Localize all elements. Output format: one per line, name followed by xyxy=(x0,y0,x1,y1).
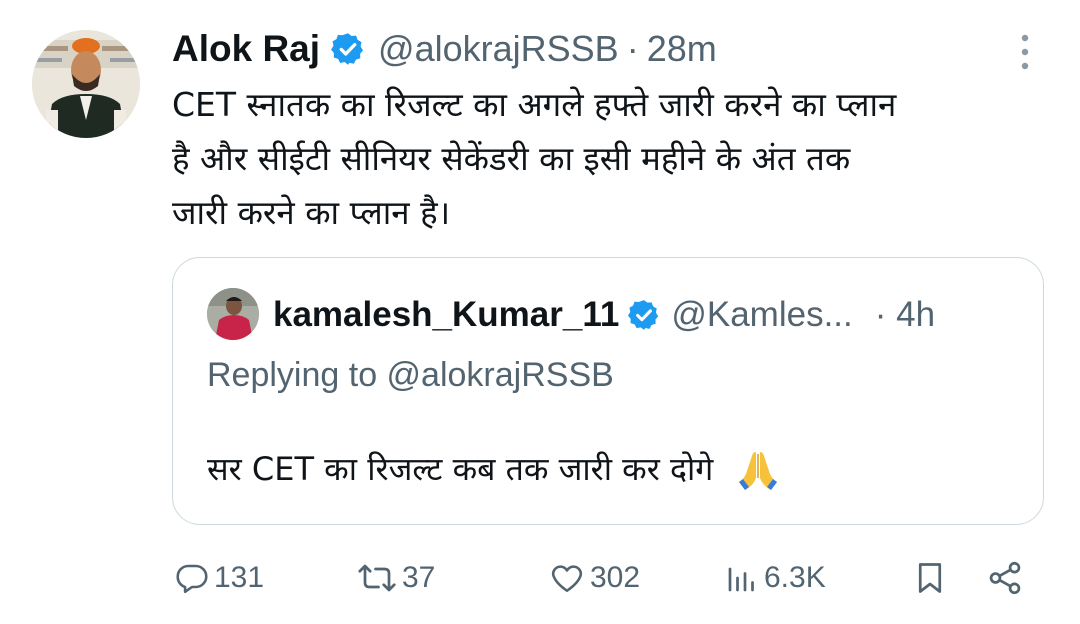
tweet-text: CET स्नातक का रिजल्ट का अगले हफ्ते जारी … xyxy=(172,78,1032,240)
reply-count: 131 xyxy=(214,561,265,594)
quote-text: सर CET का रिजल्ट कब तक जारी कर दोगे xyxy=(207,446,781,492)
views-count: 6.3K xyxy=(764,561,826,594)
folded-hands-emoji-icon xyxy=(735,446,781,492)
quote-time[interactable]: · 4h xyxy=(875,295,935,335)
tweet-text-line: है और सीईटी सीनियर सेकेंडरी का इसी महीने… xyxy=(172,139,851,178)
more-vertical-icon[interactable] xyxy=(1016,32,1034,72)
views-button[interactable]: 6.3K xyxy=(724,550,826,606)
verified-badge-icon xyxy=(330,31,366,67)
tweet-text-line: CET स्नातक का रिजल्ट का अगले हफ्ते जारी … xyxy=(172,85,897,124)
quote-author-handle[interactable]: @Kamles... xyxy=(671,295,852,335)
tweet-time[interactable]: 28m xyxy=(647,28,717,70)
tweet[interactable]: Alok Raj @alokrajRSSB · 28m CET स्नातक क… xyxy=(0,0,1080,624)
quote-author-avatar[interactable] xyxy=(207,288,259,340)
quote-text-content: सर CET का रिजल्ट कब तक जारी कर दोगे xyxy=(207,450,714,488)
reply-button[interactable]: 131 xyxy=(174,550,264,606)
replying-to-label: Replying to @alokrajRSSB xyxy=(207,356,614,394)
bookmark-button[interactable] xyxy=(912,550,948,606)
repost-icon xyxy=(356,560,398,596)
views-icon xyxy=(724,560,760,596)
tweet-actions: 131 37 302 6.3K xyxy=(0,550,1080,606)
like-icon xyxy=(548,560,586,596)
separator-dot: · xyxy=(626,28,639,69)
quote-author-name[interactable]: kamalesh_Kumar_11 xyxy=(273,295,619,335)
author-handle[interactable]: @alokrajRSSB xyxy=(378,28,619,70)
quote-header: kamalesh_Kumar_11 @Kamles... · 4h xyxy=(273,292,935,338)
like-count: 302 xyxy=(590,561,641,594)
quoted-tweet[interactable]: kamalesh_Kumar_11 @Kamles... · 4h Replyi… xyxy=(172,257,1044,525)
author-avatar[interactable] xyxy=(32,30,140,138)
verified-badge-icon xyxy=(627,298,661,332)
like-button[interactable]: 302 xyxy=(548,550,640,606)
repost-button[interactable]: 37 xyxy=(356,550,435,606)
bookmark-icon xyxy=(912,559,948,597)
tweet-header: Alok Raj @alokrajRSSB · 28m xyxy=(172,22,717,76)
share-button[interactable] xyxy=(986,550,1024,606)
author-name[interactable]: Alok Raj xyxy=(172,28,320,70)
tweet-text-line: जारी करने का प्लान है। xyxy=(172,193,451,232)
reply-icon xyxy=(174,560,210,596)
share-icon xyxy=(986,559,1024,597)
repost-count: 37 xyxy=(402,561,436,594)
